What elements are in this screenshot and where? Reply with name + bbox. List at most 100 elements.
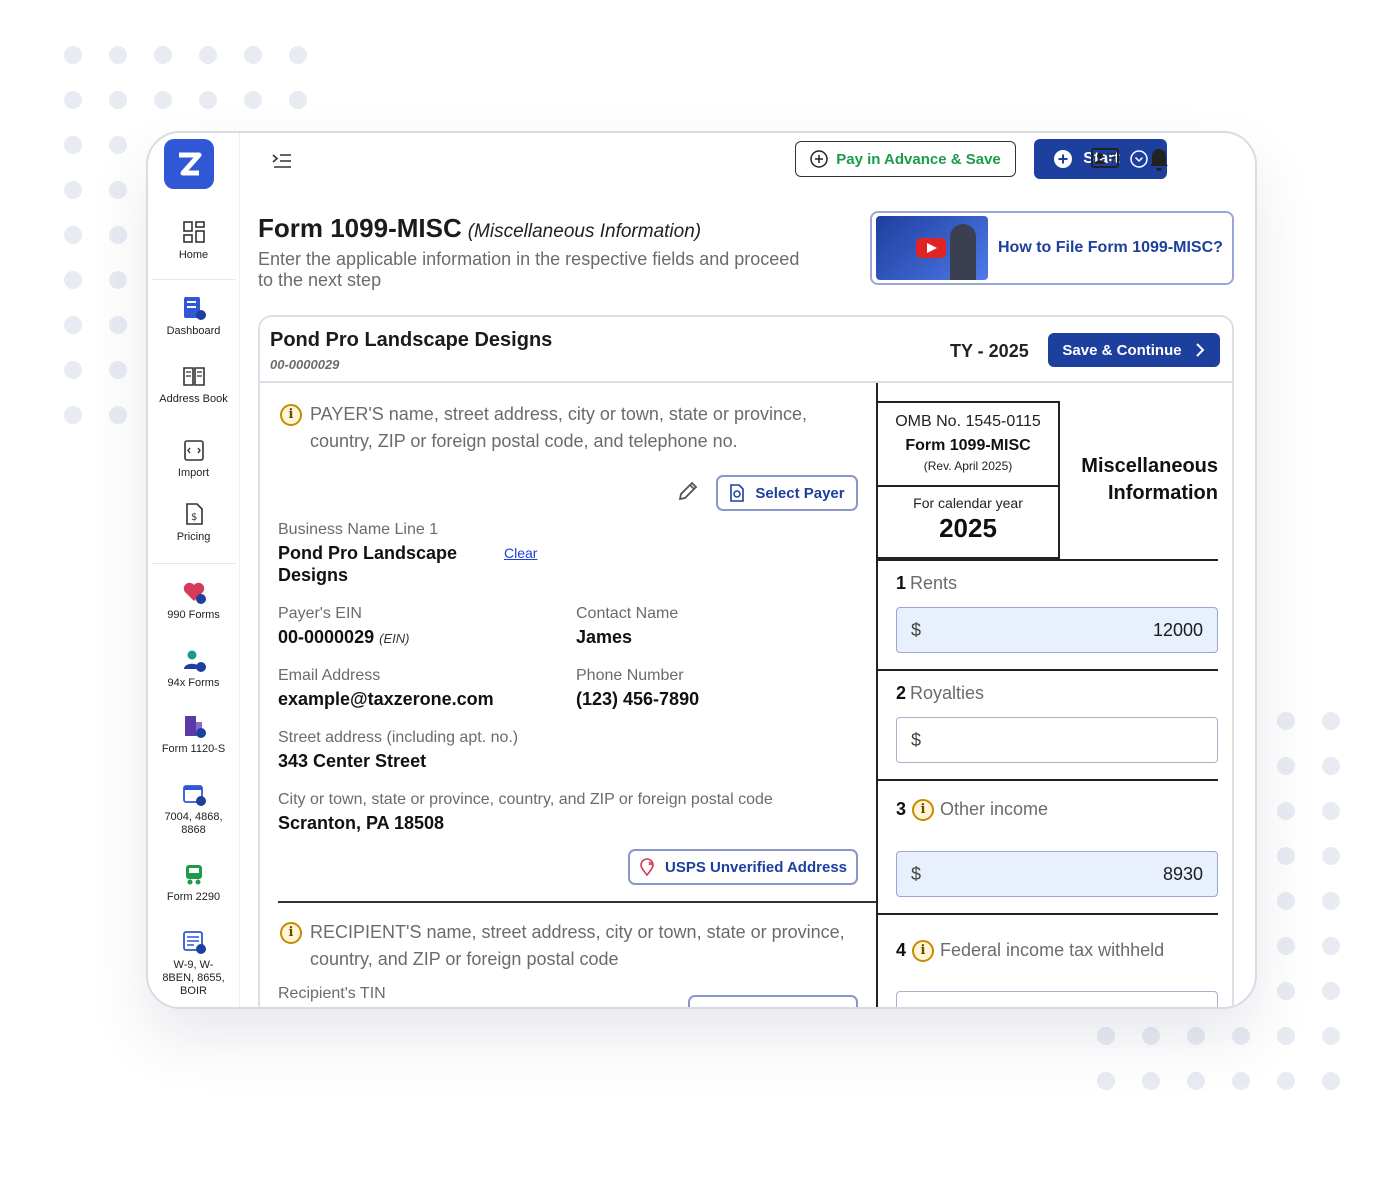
video-thumbnail <box>876 216 988 280</box>
save-continue-button[interactable]: Save & Continue <box>1048 333 1220 367</box>
decorative-dot <box>1322 937 1340 955</box>
city-label: City or town, state or province, country… <box>278 791 773 808</box>
decorative-dot <box>1322 982 1340 1000</box>
decorative-dot <box>1322 757 1340 775</box>
decorative-dot <box>1277 892 1295 910</box>
sidebar-label-import: Import <box>177 467 210 479</box>
form-1099-misc-card: Pond Pro Landscape Designs 00-0000029 TY… <box>258 315 1234 1007</box>
taxzerone-logo[interactable] <box>164 139 214 189</box>
sidebar-label-home: Home <box>178 249 209 261</box>
clear-link[interactable]: Clear <box>504 545 537 561</box>
form-boxes-panel: OMB No. 1545-0115 Form 1099-MISC (Rev. A… <box>876 383 1232 1007</box>
decorative-dot <box>109 136 127 154</box>
decorative-dot <box>109 271 127 289</box>
sidebar-item-94x-forms[interactable]: 94x Forms <box>148 647 239 690</box>
recipient-select-button[interactable] <box>688 995 858 1007</box>
box3-label: 3 i Other income <box>896 799 1048 822</box>
business-name-line2: Designs <box>278 565 349 585</box>
decorative-dot <box>1277 847 1295 865</box>
page-title: Form 1099-MISC (Miscellaneous Information… <box>258 213 701 244</box>
plus-circle-icon <box>1054 150 1073 168</box>
recipient-section-heading: i RECIPIENT'S name, street address, city… <box>280 919 860 973</box>
decorative-dot <box>64 361 82 379</box>
decorative-dot <box>1187 1072 1205 1090</box>
usps-unverified-button[interactable]: USPS Unverified Address <box>628 849 858 885</box>
tax-year: TY - 2025 <box>950 341 1029 361</box>
box-divider <box>878 669 1218 671</box>
decorative-dot <box>1277 1072 1295 1090</box>
other-income-input[interactable]: $ 8930 <box>896 851 1218 897</box>
box4-label: 4 i Federal income tax withheld <box>896 940 1164 963</box>
page-subtitle: Enter the applicable information in the … <box>258 249 800 290</box>
box2-number: 2 <box>896 683 907 703</box>
decorative-dot <box>64 226 82 244</box>
decorative-dot <box>1322 1072 1340 1090</box>
sidebar-item-import[interactable]: Import <box>148 437 239 480</box>
payer-heading-text: PAYER'S name, street address, city or to… <box>310 404 807 451</box>
business-name-label: Business Name Line 1 <box>278 521 439 538</box>
email-label: Email Address <box>278 667 381 684</box>
info-icon[interactable]: i <box>280 404 302 426</box>
sidebar-item-pricing[interactable]: $ Pricing <box>148 501 239 544</box>
info-icon[interactable]: i <box>912 940 935 963</box>
form-revision: (Rev. April 2025) <box>923 459 1013 473</box>
decorative-dot <box>1322 1027 1340 1045</box>
other-income-value: 8930 <box>1162 863 1203 884</box>
rents-value: 12000 <box>1152 619 1203 640</box>
decorative-dot <box>109 226 127 244</box>
save-continue-label: Save & Continue <box>1062 341 1182 359</box>
sidebar-label-w9: W-9, W-8BEN, 8655, BOIR <box>162 959 225 997</box>
phone-value: (123) 456-7890 <box>576 689 700 709</box>
omb-box: OMB No. 1545-0115 Form 1099-MISC (Rev. A… <box>878 401 1060 559</box>
decorative-dot <box>109 361 127 379</box>
sidebar-item-990-forms[interactable]: 990 Forms <box>148 579 239 622</box>
recipient-tin-label: Recipient's TIN <box>278 985 386 1002</box>
decorative-dot <box>109 316 127 334</box>
menu-toggle-icon[interactable] <box>270 149 294 173</box>
sidebar-item-form-1120s[interactable]: Form 1120-S <box>148 713 239 756</box>
app-window: Home Dashboard Address Book Import $ Pri… <box>146 131 1257 1009</box>
sidebar-item-form-2290[interactable]: Form 2290 <box>148 861 239 904</box>
decorative-dot <box>1277 802 1295 820</box>
select-payer-button[interactable]: Select Payer <box>716 475 858 511</box>
decorative-dot <box>64 136 82 154</box>
rents-input[interactable]: $ 12000 <box>896 607 1218 653</box>
pay-in-advance-button[interactable]: Pay in Advance & Save <box>795 141 1016 177</box>
box1-label: 1 Rents <box>896 573 957 594</box>
pencil-edit-icon[interactable] <box>676 479 700 503</box>
bell-icon[interactable] <box>1144 143 1174 173</box>
sidebar-item-7004-4868-8868[interactable]: 7004, 4868, 8868 <box>148 781 239 837</box>
sidebar-label-dashboard: Dashboard <box>166 325 221 337</box>
federal-tax-withheld-input[interactable] <box>896 991 1218 1007</box>
logo-mark-icon <box>179 152 202 176</box>
decorative-dot <box>1322 847 1340 865</box>
payer-id: 00-0000029 <box>270 357 340 372</box>
omb-header: OMB No. 1545-0115 Form 1099-MISC (Rev. A… <box>878 403 1058 487</box>
id-card-icon[interactable] <box>1090 143 1120 173</box>
calendar-icon <box>182 785 206 806</box>
box2-label-text: Royalties <box>910 683 985 703</box>
payer-section-heading: i PAYER'S name, street address, city or … <box>280 401 860 455</box>
currency-symbol: $ <box>911 863 922 884</box>
how-to-video-card[interactable]: How to File Form 1099-MISC? <box>870 211 1234 285</box>
sidebar-item-dashboard[interactable]: Dashboard <box>148 295 239 338</box>
import-icon <box>183 440 204 461</box>
sidebar-item-address-book[interactable]: Address Book <box>148 363 239 406</box>
sidebar-item-w9[interactable]: W-9, W-8BEN, 8655, BOIR <box>148 929 239 998</box>
info-icon[interactable]: i <box>912 799 935 822</box>
sidebar-label-7004-4868-8868: 7004, 4868, 8868 <box>164 811 223 836</box>
payer-business-name: Pond Pro Landscape Designs <box>270 329 553 351</box>
decorative-dot <box>289 91 307 109</box>
decorative-dot <box>64 46 82 64</box>
info-icon[interactable]: i <box>280 922 302 944</box>
royalties-input[interactable]: $ <box>896 717 1218 763</box>
ein-label: Payer's EIN <box>278 605 362 622</box>
calendar-year-value: 2025 <box>939 513 997 543</box>
book-icon <box>182 367 205 386</box>
document-search-icon <box>730 484 745 502</box>
sidebar-label-pricing: Pricing <box>176 531 211 543</box>
decorative-dot <box>109 181 127 199</box>
box1-label-text: Rents <box>910 573 958 593</box>
sidebar-item-home[interactable]: Home <box>148 219 239 262</box>
sidebar-divider <box>152 563 236 564</box>
